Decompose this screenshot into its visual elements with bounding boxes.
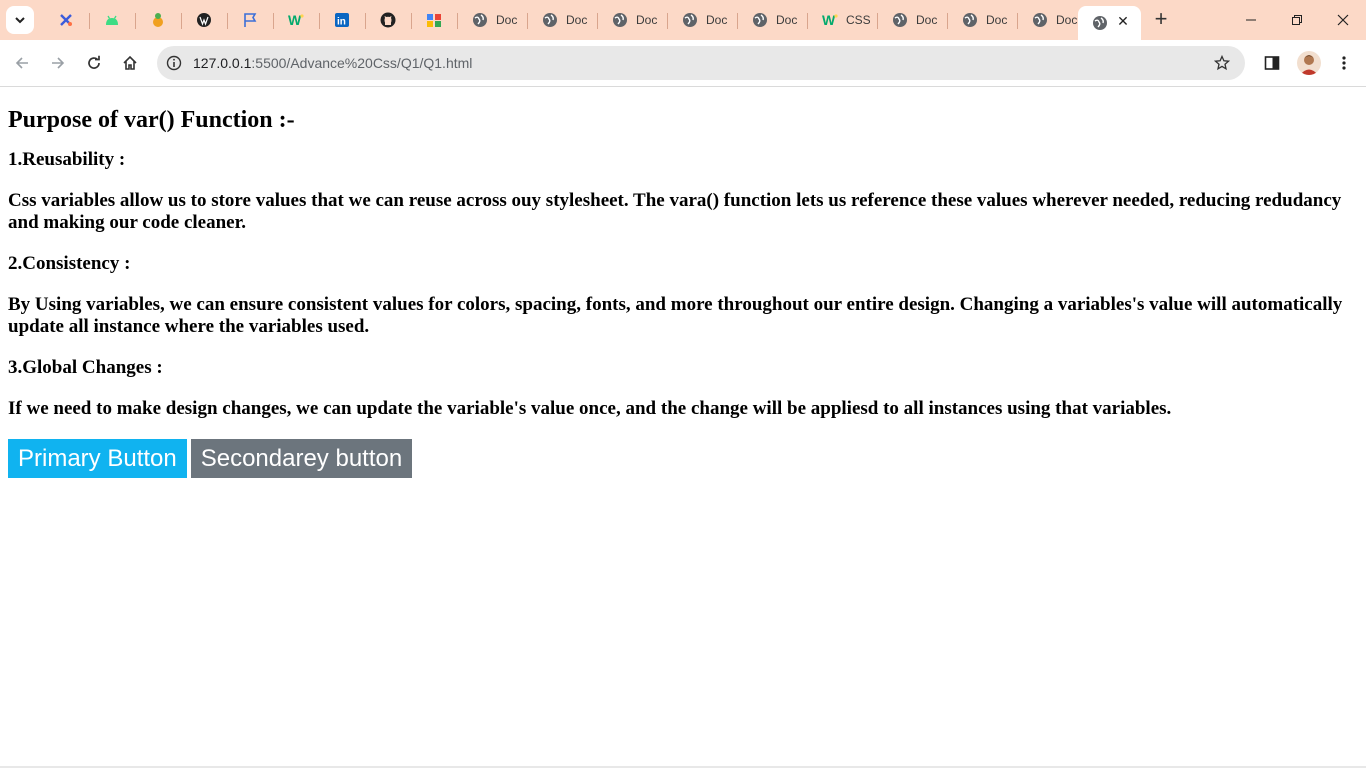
- apps-icon: [426, 12, 442, 28]
- tab-item[interactable]: W: [274, 4, 320, 36]
- arrow-right-icon: [52, 57, 65, 69]
- restore-button[interactable]: [1274, 0, 1320, 40]
- tab-title: Doc: [706, 13, 728, 27]
- new-tab-button[interactable]: +: [1150, 6, 1172, 31]
- globe-icon: [892, 12, 908, 28]
- github-icon: [380, 12, 396, 28]
- url-host: 127.0.0.1: [193, 55, 252, 71]
- svg-text:W: W: [822, 12, 836, 28]
- globe-icon: [1032, 12, 1048, 28]
- tab-search-button[interactable]: [6, 6, 34, 34]
- primary-button[interactable]: Primary Button: [8, 439, 187, 478]
- globe-icon: [612, 12, 628, 28]
- bookmark-star-icon[interactable]: [1213, 54, 1231, 72]
- tab-item[interactable]: Doc: [598, 4, 668, 36]
- section-body-consistency: By Using variables, we can ensure consis…: [8, 294, 1343, 337]
- section-title-global-changes: 3.Global Changes :: [8, 357, 163, 378]
- page-content: Purpose of var() Function :- 1.Reusabili…: [8, 87, 1358, 478]
- tab-item[interactable]: [412, 4, 458, 36]
- avatar-image: [1300, 55, 1318, 75]
- address-bar[interactable]: 127.0.0.1:5500/Advance%20Css/Q1/Q1.html: [157, 46, 1245, 80]
- minimize-button[interactable]: [1228, 0, 1274, 40]
- tab-item[interactable]: [228, 4, 274, 36]
- tab-title: Doc: [496, 13, 518, 27]
- tab-title: CSS: [846, 13, 870, 27]
- tab-item[interactable]: in: [320, 4, 366, 36]
- back-button[interactable]: [8, 49, 36, 77]
- tab-item[interactable]: [182, 4, 228, 36]
- tab-item[interactable]: Doc: [668, 4, 738, 36]
- side-panel-icon: [1264, 56, 1280, 70]
- side-panel-button[interactable]: [1258, 49, 1286, 77]
- android-icon: [104, 12, 120, 28]
- button-row: Primary Button Secondarey button: [8, 439, 1358, 478]
- wordpress-icon: [196, 12, 212, 28]
- globe-icon: [1092, 15, 1108, 31]
- tab-title: Doc: [776, 13, 798, 27]
- tab-item[interactable]: Doc: [878, 4, 948, 36]
- tab-active[interactable]: ✕: [1078, 6, 1141, 40]
- profile-avatar[interactable]: [1297, 51, 1321, 75]
- svg-text:W: W: [288, 12, 302, 28]
- chevron-down-icon: [15, 17, 25, 24]
- tab-item[interactable]: Doc: [948, 4, 1018, 36]
- tab-title: Doc: [1056, 13, 1078, 27]
- section-body-reusability: Css variables allow us to store values t…: [8, 190, 1342, 233]
- section-body-global-changes: If we need to make design changes, we ca…: [8, 398, 1172, 419]
- tab-item[interactable]: [136, 4, 182, 36]
- tab-strip: Win Doc Doc Doc Doc Doc W CSS Doc Doc Doc ✕ +: [0, 0, 1366, 40]
- globe-icon: [962, 12, 978, 28]
- globe-icon: [542, 12, 558, 28]
- forward-button[interactable]: [44, 49, 72, 77]
- globe-icon: [682, 12, 698, 28]
- reload-icon: [88, 55, 100, 69]
- tab-item[interactable]: [44, 4, 90, 36]
- tab-item[interactable]: Doc: [528, 4, 598, 36]
- info-icon[interactable]: [165, 54, 183, 72]
- w3schools-icon: W: [822, 12, 838, 28]
- tools-icon: [58, 12, 74, 28]
- tab-title: Doc: [636, 13, 658, 27]
- section-title-consistency: 2.Consistency :: [8, 253, 131, 274]
- globe-icon: [752, 12, 768, 28]
- section-title-reusability: 1.Reusability :: [8, 149, 126, 170]
- globe-icon: [472, 12, 488, 28]
- close-icon: [1337, 14, 1349, 26]
- tab-item[interactable]: Doc: [738, 4, 808, 36]
- tab-item[interactable]: [366, 4, 412, 36]
- reload-button[interactable]: [80, 49, 108, 77]
- page-title: Purpose of var() Function :-: [8, 107, 295, 133]
- secondary-button[interactable]: Secondarey button: [190, 439, 413, 478]
- tab-title: Doc: [566, 13, 588, 27]
- close-window-button[interactable]: [1320, 0, 1366, 40]
- flag-icon: [242, 12, 258, 28]
- svg-text:in: in: [337, 17, 346, 28]
- w3schools-icon: W: [288, 12, 304, 28]
- restore-icon: [1292, 15, 1302, 25]
- browser-toolbar: 127.0.0.1:5500/Advance%20Css/Q1/Q1.html: [0, 40, 1366, 87]
- arrow-left-icon: [15, 57, 28, 69]
- snake-icon: [150, 12, 166, 28]
- url-path: :5500/Advance%20Css/Q1/Q1.html: [251, 55, 473, 71]
- url-text[interactable]: 127.0.0.1:5500/Advance%20Css/Q1/Q1.html: [193, 55, 472, 71]
- tab-item[interactable]: [90, 4, 136, 36]
- tab-item[interactable]: W CSS: [808, 4, 878, 36]
- kebab-menu-icon: [1342, 56, 1346, 70]
- home-button[interactable]: [116, 49, 144, 77]
- tab-title: Doc: [986, 13, 1008, 27]
- minimize-icon: [1246, 19, 1256, 21]
- home-icon: [123, 55, 137, 70]
- tab-title: Doc: [916, 13, 938, 27]
- linkedin-icon: in: [334, 12, 350, 28]
- close-tab-button[interactable]: ✕: [1115, 13, 1131, 29]
- menu-button[interactable]: [1330, 49, 1358, 77]
- tab-item[interactable]: Doc: [458, 4, 528, 36]
